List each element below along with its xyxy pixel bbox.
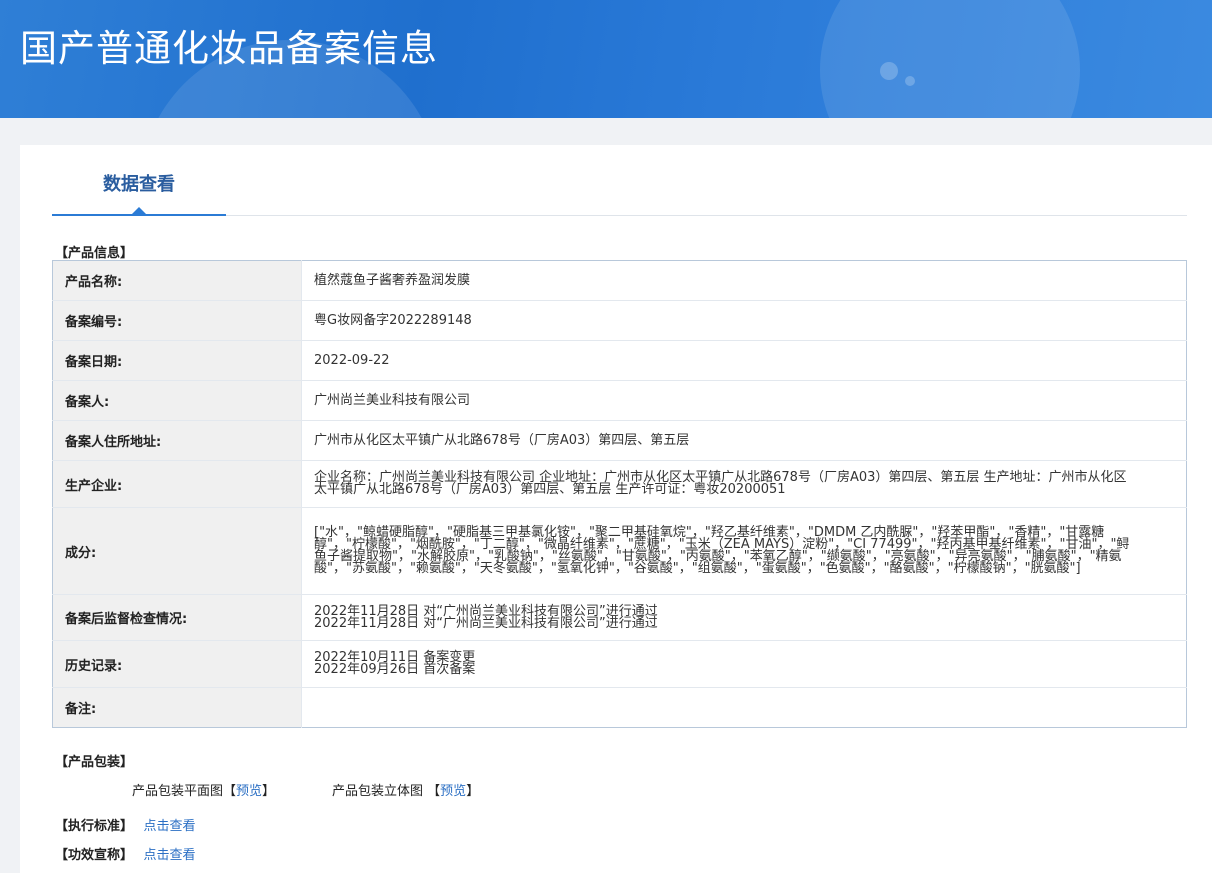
history-record: 2022年09月26日 首次备案 [314, 662, 476, 677]
section-title-standard: 【执行标准】 [55, 819, 134, 834]
table-row: 成分: ["水"，"鲸蜡硬脂醇"，"硬脂基三甲基氯化铵"，"聚二甲基硅氧烷"，"… [52, 507, 1187, 595]
efficacy-view-link[interactable]: 点击查看 [144, 848, 196, 863]
header-decoration [905, 76, 915, 86]
row-label: 历史记录: [52, 640, 302, 688]
page-title: 国产普通化妆品备案信息 [20, 27, 438, 70]
row-label: 备注: [52, 687, 302, 728]
package-flat-label: 产品包装平面图 [132, 784, 224, 799]
inspection-record: 2022年11月28日 对“广州尚兰美业科技有限公司”进行通过 [314, 615, 658, 631]
tab-data-view[interactable]: 数据查看 [52, 145, 226, 215]
row-label: 产品名称: [52, 260, 302, 301]
bracket-open: 【 [427, 784, 441, 799]
filer-address-value: 广州市从化区太平镇广从北路678号（厂房A03）第四层、第五层 [314, 432, 690, 448]
efficacy-row: 【功效宣称】 点击查看 [55, 844, 196, 863]
ingredients-value: ["水"，"鲸蜡硬脂醇"，"硬脂基三甲基氯化铵"，"聚二甲基硅氧烷"，"羟乙基纤… [314, 525, 1130, 576]
package-flat-preview-link[interactable]: 预览 [236, 784, 262, 799]
row-value: 企业名称：广州尚兰美业科技有限公司 企业地址：广州市从化区太平镇广从北路678号… [301, 460, 1187, 508]
row-label: 备案人: [52, 380, 302, 421]
table-row: 备案编号: 粤G妆网备字2022289148 [52, 300, 1187, 341]
bracket-close: 】 [466, 784, 480, 799]
section-title-product-info: 【产品信息】 [55, 246, 134, 261]
table-row: 备案人住所地址: 广州市从化区太平镇广从北路678号（厂房A03）第四层、第五层 [52, 420, 1187, 461]
row-value: 粤G妆网备字2022289148 [301, 300, 1187, 341]
standard-view-link[interactable]: 点击查看 [144, 819, 196, 834]
section-title-packaging: 【产品包装】 [55, 755, 134, 770]
package-3d-preview-link[interactable]: 预览 [440, 784, 466, 799]
row-value: 广州尚兰美业科技有限公司 [301, 380, 1187, 421]
tab-active-underline [52, 214, 226, 216]
product-name-value: 植然蔻鱼子酱奢养盈润发膜 [314, 272, 471, 288]
header-decoration [820, 0, 1080, 118]
row-value: 2022年10月11日 备案变更 2022年09月26日 首次备案 [301, 640, 1187, 688]
table-row: 生产企业: 企业名称：广州尚兰美业科技有限公司 企业地址：广州市从化区太平镇广从… [52, 460, 1187, 508]
package-3d-label: 产品包装立体图 [332, 784, 424, 799]
table-row: 产品名称: 植然蔻鱼子酱奢养盈润发膜 [52, 260, 1187, 301]
product-info-table: 产品名称: 植然蔻鱼子酱奢养盈润发膜 备案编号: 粤G妆网备字202228914… [52, 260, 1187, 728]
row-label: 备案日期: [52, 340, 302, 381]
package-3d-view: 产品包装立体图 【预览】 [332, 780, 479, 799]
page-header: 国产普通化妆品备案信息 [0, 0, 1212, 118]
row-value: 2022-09-22 [301, 340, 1187, 381]
row-value: 植然蔻鱼子酱奢养盈润发膜 [302, 261, 1187, 301]
header-decoration [880, 62, 898, 80]
standard-row: 【执行标准】 点击查看 [55, 815, 196, 834]
row-value: 广州市从化区太平镇广从北路678号（厂房A03）第四层、第五层 [301, 420, 1187, 461]
row-label: 备案人住所地址: [52, 420, 302, 461]
bracket-close: 】 [262, 784, 276, 799]
row-label: 成分: [52, 507, 302, 595]
row-label: 生产企业: [52, 460, 302, 508]
table-row: 备案后监督检查情况: 2022年11月28日 对“广州尚兰美业科技有限公司”进行… [52, 594, 1187, 641]
bracket-open: 【 [223, 784, 237, 799]
table-row: 备注: [52, 687, 1187, 728]
row-value: 2022年11月28日 对“广州尚兰美业科技有限公司”进行通过 2022年11月… [301, 594, 1187, 641]
table-row: 备案日期: 2022-09-22 [52, 340, 1187, 381]
filer-value: 广州尚兰美业科技有限公司 [314, 392, 471, 408]
row-value: ["水"，"鲸蜡硬脂醇"，"硬脂基三甲基氯化铵"，"聚二甲基硅氧烷"，"羟乙基纤… [301, 507, 1187, 595]
tab-data-view-label: 数据查看 [103, 174, 175, 195]
row-value [301, 687, 1187, 728]
row-label: 备案编号: [52, 300, 302, 341]
filing-date-value: 2022-09-22 [314, 352, 390, 368]
table-row: 历史记录: 2022年10月11日 备案变更 2022年09月26日 首次备案 [52, 640, 1187, 688]
package-flat-view: 产品包装平面图【预览】 [132, 780, 275, 799]
filing-number-value: 粤G妆网备字2022289148 [314, 312, 472, 328]
table-row: 备案人: 广州尚兰美业科技有限公司 [52, 380, 1187, 421]
tab-active-caret-icon [132, 207, 146, 214]
section-title-efficacy: 【功效宣称】 [55, 848, 134, 863]
content-card: 数据查看 【产品信息】 产品名称: 植然蔻鱼子酱奢养盈润发膜 备案编号: 粤G妆… [20, 145, 1212, 873]
tab-bar: 数据查看 [52, 145, 1187, 216]
row-label: 备案后监督检查情况: [52, 594, 302, 641]
manufacturer-value: 企业名称：广州尚兰美业科技有限公司 企业地址：广州市从化区太平镇广从北路678号… [314, 470, 1127, 497]
